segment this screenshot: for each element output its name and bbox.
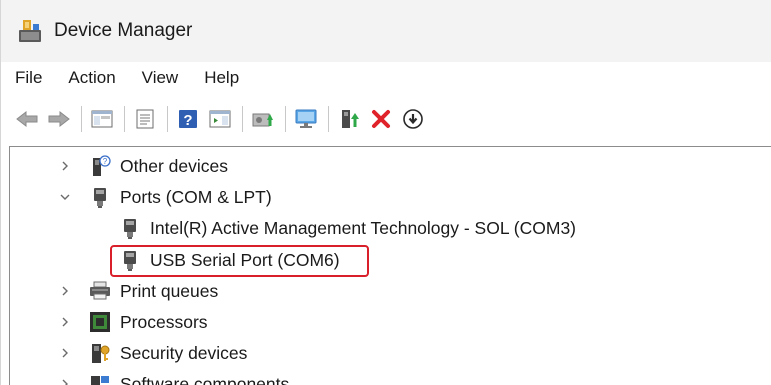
update-driver-icon[interactable] xyxy=(249,105,277,133)
menu-bar: File Action View Help xyxy=(1,62,771,93)
chevron-right-icon[interactable] xyxy=(58,377,72,385)
processor-chip-icon xyxy=(88,310,112,334)
chevron-right-icon[interactable] xyxy=(58,284,72,298)
scan-hardware-icon[interactable] xyxy=(292,105,320,133)
device-manager-window: Device Manager File Action View Help ? ?… xyxy=(0,0,771,385)
chevron-right-icon[interactable] xyxy=(58,159,72,173)
tree-node-label: Print queues xyxy=(120,280,219,301)
toolbar-separator xyxy=(328,106,329,132)
port-connector-icon xyxy=(118,216,142,240)
action-pane-icon[interactable] xyxy=(206,105,234,133)
tree-node-processors[interactable]: Processors xyxy=(58,307,208,337)
tree-node-label: Ports (COM & LPT) xyxy=(120,186,272,207)
chevron-right-icon[interactable] xyxy=(58,346,72,360)
tree-node-label: Intel(R) Active Management Technology - … xyxy=(150,217,577,238)
toolbar: ? xyxy=(1,99,771,139)
properties-icon[interactable] xyxy=(131,105,159,133)
toolbar-separator xyxy=(285,106,286,132)
tree-node-print-queues[interactable]: Print queues xyxy=(58,276,218,306)
security-key-icon xyxy=(88,341,112,365)
enable-device-icon[interactable] xyxy=(335,105,363,133)
tree-node-label: USB Serial Port (COM6) xyxy=(150,249,340,270)
software-component-icon xyxy=(88,372,112,385)
port-connector-icon xyxy=(118,248,142,272)
tree-node-label: Software components xyxy=(120,373,290,385)
tree-node-intel-amt-sol[interactable]: Intel(R) Active Management Technology - … xyxy=(118,213,576,243)
tree-node-security-devices[interactable]: Security devices xyxy=(58,338,247,368)
toolbar-separator xyxy=(81,106,82,132)
uninstall-device-icon[interactable] xyxy=(367,105,395,133)
show-hide-console-tree-icon[interactable] xyxy=(88,105,116,133)
menu-view[interactable]: View xyxy=(134,66,187,90)
tree-node-usb-serial-port[interactable]: USB Serial Port (COM6) xyxy=(118,245,340,275)
svg-text:?: ? xyxy=(183,112,192,129)
tree-node-other-devices[interactable]: ? Other devices xyxy=(58,151,228,181)
printer-icon xyxy=(88,279,112,303)
help-icon[interactable]: ? xyxy=(174,105,202,133)
toolbar-separator xyxy=(167,106,168,132)
menu-file[interactable]: File xyxy=(7,66,50,90)
tree-node-software-components[interactable]: Software components xyxy=(58,369,289,385)
forward-arrow-icon[interactable] xyxy=(45,105,73,133)
tree-node-label: Other devices xyxy=(120,155,228,176)
title-bar[interactable]: Device Manager xyxy=(1,0,771,62)
chevron-down-icon[interactable] xyxy=(58,190,72,204)
menu-action[interactable]: Action xyxy=(60,66,123,90)
back-arrow-icon[interactable] xyxy=(13,105,41,133)
window-title: Device Manager xyxy=(54,20,193,41)
install-driver-icon[interactable] xyxy=(399,105,427,133)
toolbar-separator xyxy=(124,106,125,132)
device-manager-icon xyxy=(15,16,45,46)
menu-help[interactable]: Help xyxy=(196,66,247,90)
tree-node-ports[interactable]: Ports (COM & LPT) xyxy=(58,182,272,212)
tree-node-label: Processors xyxy=(120,311,208,332)
chevron-right-icon[interactable] xyxy=(58,315,72,329)
device-tree: ? Other devices Ports (COM & LPT) Intel(… xyxy=(9,146,771,385)
port-connector-icon xyxy=(88,185,112,209)
unknown-device-icon: ? xyxy=(88,154,112,178)
toolbar-separator xyxy=(242,106,243,132)
tree-node-label: Security devices xyxy=(120,342,248,363)
svg-text:?: ? xyxy=(103,157,108,166)
